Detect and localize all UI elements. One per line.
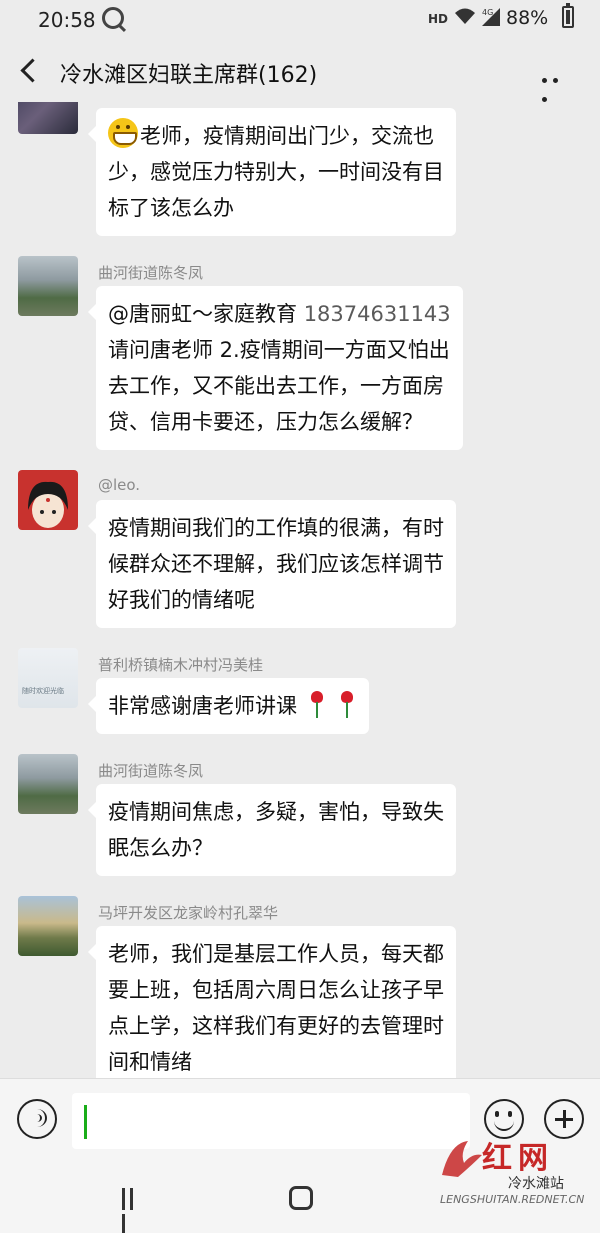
rednet-watermark: 红网 冷水滩站 LENGSHUITAN.REDNET.CN (430, 1133, 595, 1213)
avatar-icon[interactable] (18, 896, 78, 956)
message-bubble[interactable]: 疫情期间焦虑，多疑，害怕，导致失 眠怎么办？ (88, 784, 456, 876)
watermark-station: 冷水滩站 (508, 1176, 564, 1192)
message-bubble[interactable]: 疫情期间我们的工作填的很满，有时 候群众还不理解，我们应该怎样调节 好我们的情绪… (88, 500, 456, 628)
grin-emoji-icon (108, 118, 138, 148)
avatar-icon[interactable] (18, 470, 78, 530)
battery-icon (562, 3, 574, 28)
sender-name: 曲河街道陈冬凤 (98, 762, 204, 780)
sender-name: 马坪开发区龙家岭村孔翠华 (98, 904, 279, 922)
message-line: 疫情期间我们的工作填的很满，有时 (108, 516, 444, 540)
avatar-icon[interactable] (18, 754, 78, 814)
message-line: 请问唐老师 2.疫情期间一方面又怕出 (108, 338, 450, 362)
voice-input-icon[interactable] (17, 1099, 57, 1139)
battery-percent: 88% (506, 7, 549, 29)
message-line: 老师，疫情期间出门少，交流也 (108, 118, 444, 154)
avatar-icon[interactable] (18, 102, 78, 134)
watermark-url: LENGSHUITAN.REDNET.CN (440, 1193, 585, 1206)
avatar-caption: 随时欢迎光临 (22, 687, 64, 695)
message-input[interactable] (72, 1093, 470, 1149)
avatar-icon[interactable] (18, 256, 78, 316)
message-line: 点上学，这样我们有更好的去管理时 (108, 1014, 444, 1038)
message-line: 眠怎么办？ (108, 836, 213, 860)
wifi-icon (455, 8, 475, 24)
sender-name: 普利桥镇楠木冲村冯美桂 (98, 656, 264, 674)
network-type: 4G (482, 8, 493, 17)
message-line: 标了该怎么办 (108, 196, 234, 220)
rose-emoji-icon (337, 691, 357, 719)
watermark-brand: 红网 (482, 1141, 554, 1176)
message-line: 老师，我们是基层工作人员，每天都 (108, 942, 444, 966)
home-icon[interactable] (289, 1186, 313, 1210)
notification-q-icon (102, 7, 124, 29)
chat-title: 冷水滩区妇联主席群(162) (60, 63, 318, 88)
avatar-icon[interactable]: 随时欢迎光临 (18, 648, 78, 708)
phone-number[interactable]: 18374631143 (304, 302, 451, 326)
message-line: 少，感觉压力特别大，一时间没有目 (108, 160, 444, 184)
status-time: 20:58 (38, 8, 96, 32)
message-bubble[interactable]: @唐丽虹～家庭教育 18374631143 请问唐老师 2.疫情期间一方面又怕出… (88, 286, 463, 450)
status-bar: 20:58 HD 4G 88% (0, 0, 600, 40)
message-bubble[interactable]: 老师，疫情期间出门少，交流也 少，感觉压力特别大，一时间没有目 标了该怎么办 (88, 108, 456, 236)
sender-name: 曲河街道陈冬凤 (98, 264, 204, 282)
hd-indicator: HD (428, 12, 449, 26)
signal-icon: 4G (482, 8, 500, 26)
message-line: 好我们的情绪呢 (108, 588, 255, 612)
sender-name: @leo. (98, 476, 141, 494)
recent-apps-icon[interactable] (122, 1188, 144, 1233)
chat-header: 冷水滩区妇联主席群(162) (0, 40, 600, 102)
message-line: 间和情绪 (108, 1050, 192, 1074)
chat-message-list[interactable]: 老师，疫情期间出门少，交流也 少，感觉压力特别大，一时间没有目 标了该怎么办 曲… (0, 102, 600, 1078)
message-line: 疫情期间焦虑，多疑，害怕，导致失 (108, 800, 444, 824)
more-options-icon[interactable] (542, 68, 574, 102)
text-caret (84, 1105, 87, 1139)
message-bubble[interactable]: 非常感谢唐老师讲课 (88, 678, 369, 734)
mention[interactable]: @唐丽虹～家庭教育 (108, 302, 297, 326)
rednet-logo-icon (442, 1141, 482, 1177)
back-arrow-icon[interactable] (18, 58, 44, 84)
message-line: 去工作，又不能出去工作，一方面房 (108, 374, 444, 398)
rose-emoji-icon (307, 691, 327, 719)
message-line: 贷、信用卡要还，压力怎么缓解？ (108, 410, 423, 434)
cartoon-girl-icon (28, 481, 68, 528)
message-line: 要上班，包括周六周日怎么让孩子早 (108, 978, 444, 1002)
message-bubble[interactable]: 老师，我们是基层工作人员，每天都 要上班，包括周六周日怎么让孩子早 点上学，这样… (88, 926, 456, 1078)
message-line: 候群众还不理解，我们应该怎样调节 (108, 552, 444, 576)
message-line: 非常感谢唐老师讲课 (108, 688, 357, 724)
message-line: @唐丽虹～家庭教育 18374631143 (108, 296, 451, 332)
